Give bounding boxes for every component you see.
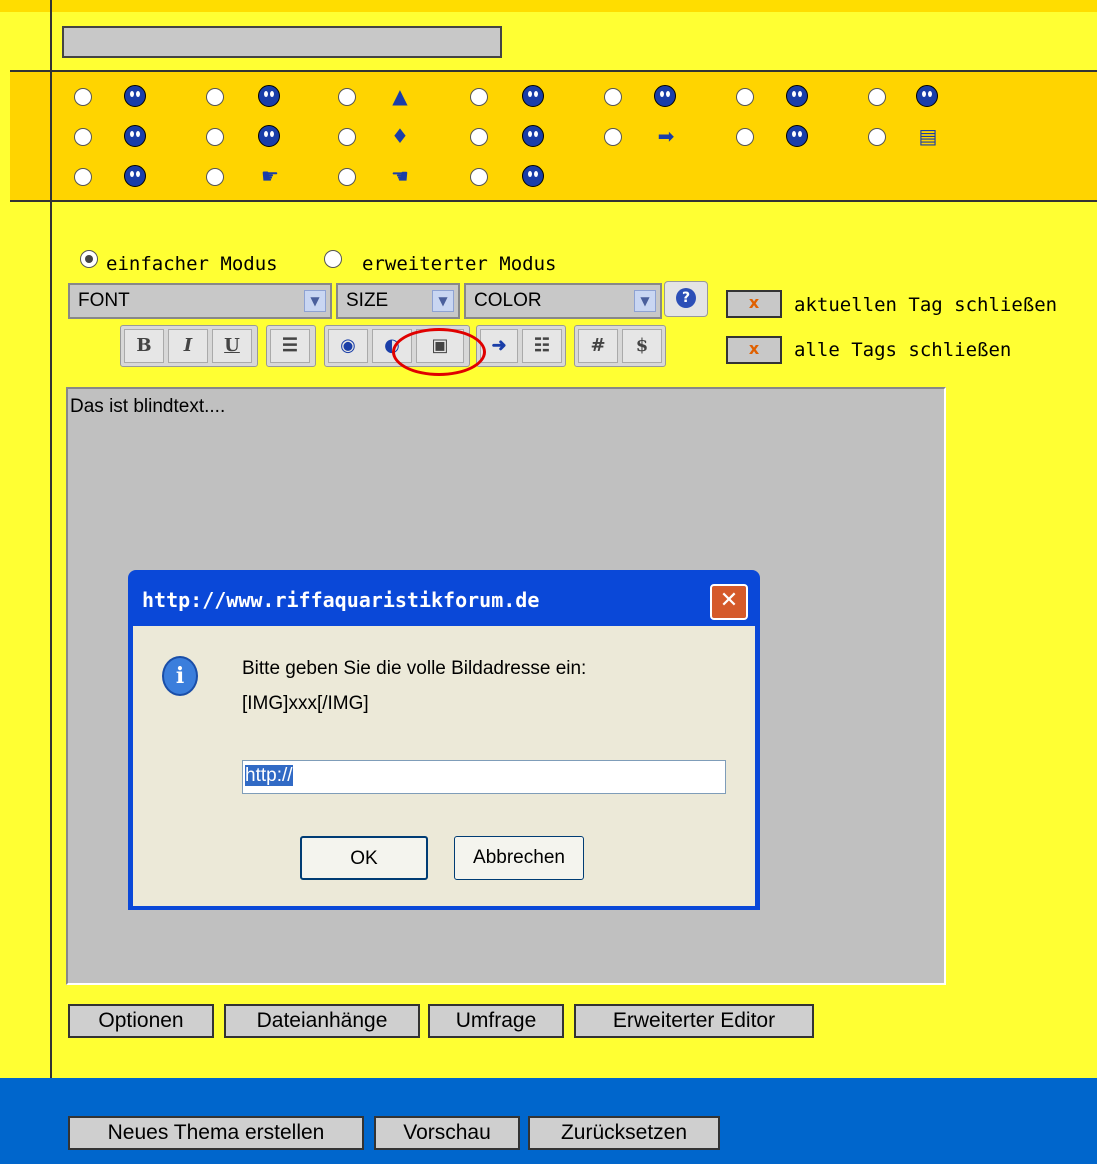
happy-smiley-icon (786, 125, 808, 147)
highlight-ellipse (392, 328, 486, 376)
smiley-radio[interactable] (206, 168, 224, 186)
laugh-smiley-icon (654, 85, 676, 107)
image-url-value: http:// (245, 765, 293, 786)
arrow-right-icon: ➡ (657, 124, 675, 148)
close-all-tags-button[interactable]: x (726, 336, 782, 364)
warning-icon: ▲ (392, 84, 408, 108)
close-current-tag-button[interactable]: x (726, 290, 782, 318)
wink-smiley-icon (258, 85, 280, 107)
document-icon: ▤ (918, 124, 938, 148)
surprised-smiley-icon (124, 85, 146, 107)
smiley-radio[interactable] (206, 128, 224, 146)
insert-link-button[interactable]: ◉ (328, 329, 368, 363)
chevron-down-icon: ▼ (634, 290, 656, 312)
dialog-title: http://www.riffaquaristikforum.de (142, 588, 540, 612)
align-center-icon: ☰ (281, 335, 299, 356)
list-button[interactable]: ☷ (522, 329, 562, 363)
font-select-value: FONT (78, 290, 130, 311)
dialog-message: Bitte geben Sie die volle Bildadresse ei… (242, 658, 587, 679)
divider-vertical (50, 0, 52, 1080)
mode-simple-label: einfacher Modus (106, 253, 278, 275)
shocked-smiley-icon (124, 125, 146, 147)
smiley-radio[interactable] (74, 168, 92, 186)
options-button[interactable]: Optionen (68, 1004, 214, 1038)
lightbulb-icon: ♦ (391, 124, 409, 148)
image-url-input[interactable]: http:// (242, 760, 726, 794)
close-current-tag-label: aktuellen Tag schließen (794, 294, 1058, 316)
smiley-radio[interactable] (736, 128, 754, 146)
chevron-down-icon: ▼ (304, 290, 326, 312)
close-all-tags-label: alle Tags schließen (794, 339, 1012, 361)
reset-button[interactable]: Zurücksetzen (528, 1116, 720, 1150)
frown-smiley-icon (124, 165, 146, 187)
divider (10, 70, 1097, 72)
smiley-radio[interactable] (604, 88, 622, 106)
smiley-radio[interactable] (868, 128, 886, 146)
smiley-radio[interactable] (74, 128, 92, 146)
color-select[interactable]: COLOR ▼ (464, 283, 662, 319)
size-select-value: SIZE (346, 290, 389, 311)
dialog-message-example: [IMG]xxx[/IMG] (242, 693, 369, 714)
smiley-radio[interactable] (74, 88, 92, 106)
quote-button[interactable]: ➜ (480, 329, 518, 363)
chevron-down-icon: ▼ (432, 290, 454, 312)
smiley-radio[interactable] (338, 128, 356, 146)
grin-smiley-icon (522, 165, 544, 187)
list-icon: ☷ (533, 335, 551, 356)
dollar-button[interactable]: $ (622, 329, 662, 363)
new-topic-button[interactable]: Neues Thema erstellen (68, 1116, 364, 1150)
font-select[interactable]: FONT ▼ (68, 283, 332, 319)
subject-input[interactable] (62, 26, 502, 58)
hash-button[interactable]: # (578, 329, 618, 363)
mode-simple-radio[interactable] (80, 250, 98, 268)
smiley-radio[interactable] (736, 88, 754, 106)
underline-button[interactable]: U (212, 329, 252, 363)
smiley-radio[interactable] (470, 128, 488, 146)
smiley-radio[interactable] (604, 128, 622, 146)
thumbs-down-icon: ☚ (391, 164, 409, 188)
question-smiley-icon (522, 85, 544, 107)
advanced-editor-button[interactable]: Erweiterter Editor (574, 1004, 814, 1038)
help-button[interactable]: ? (664, 281, 708, 317)
thumbs-up-icon: ☛ (261, 164, 279, 188)
top-strip (0, 0, 1097, 12)
italic-button[interactable]: I (168, 329, 208, 363)
size-select[interactable]: SIZE ▼ (336, 283, 460, 319)
link-icon: ◉ (340, 335, 356, 356)
smiley-radio[interactable] (206, 88, 224, 106)
quote-icon: ➜ (491, 335, 507, 356)
divider (10, 200, 1097, 202)
color-select-value: COLOR (474, 290, 542, 311)
smiley-radio[interactable] (868, 88, 886, 106)
smiley-radio[interactable] (338, 88, 356, 106)
cancel-button[interactable]: Abbrechen (454, 836, 584, 880)
angry-smiley-icon (522, 125, 544, 147)
mode-advanced-radio[interactable] (324, 250, 342, 268)
bold-button[interactable]: B (124, 329, 164, 363)
cool-smiley-icon (916, 85, 938, 107)
message-text: Das ist blindtext.... (70, 396, 226, 417)
preview-button[interactable]: Vorschau (374, 1116, 520, 1150)
dialog-close-button[interactable]: ✕ (710, 584, 748, 620)
poll-button[interactable]: Umfrage (428, 1004, 564, 1038)
mode-advanced-label: erweiterter Modus (362, 253, 557, 275)
attachments-button[interactable]: Dateianhänge (224, 1004, 420, 1038)
close-icon: ✕ (719, 588, 739, 613)
smiley-radio[interactable] (470, 168, 488, 186)
smiley-radio[interactable] (338, 168, 356, 186)
align-center-button[interactable]: ☰ (270, 329, 310, 363)
help-icon: ? (676, 288, 696, 308)
info-icon: i (162, 656, 198, 696)
smiley-radio[interactable] (470, 88, 488, 106)
unhappy-smiley-icon (258, 125, 280, 147)
ok-button[interactable]: OK (300, 836, 428, 880)
sad-smiley-icon (786, 85, 808, 107)
